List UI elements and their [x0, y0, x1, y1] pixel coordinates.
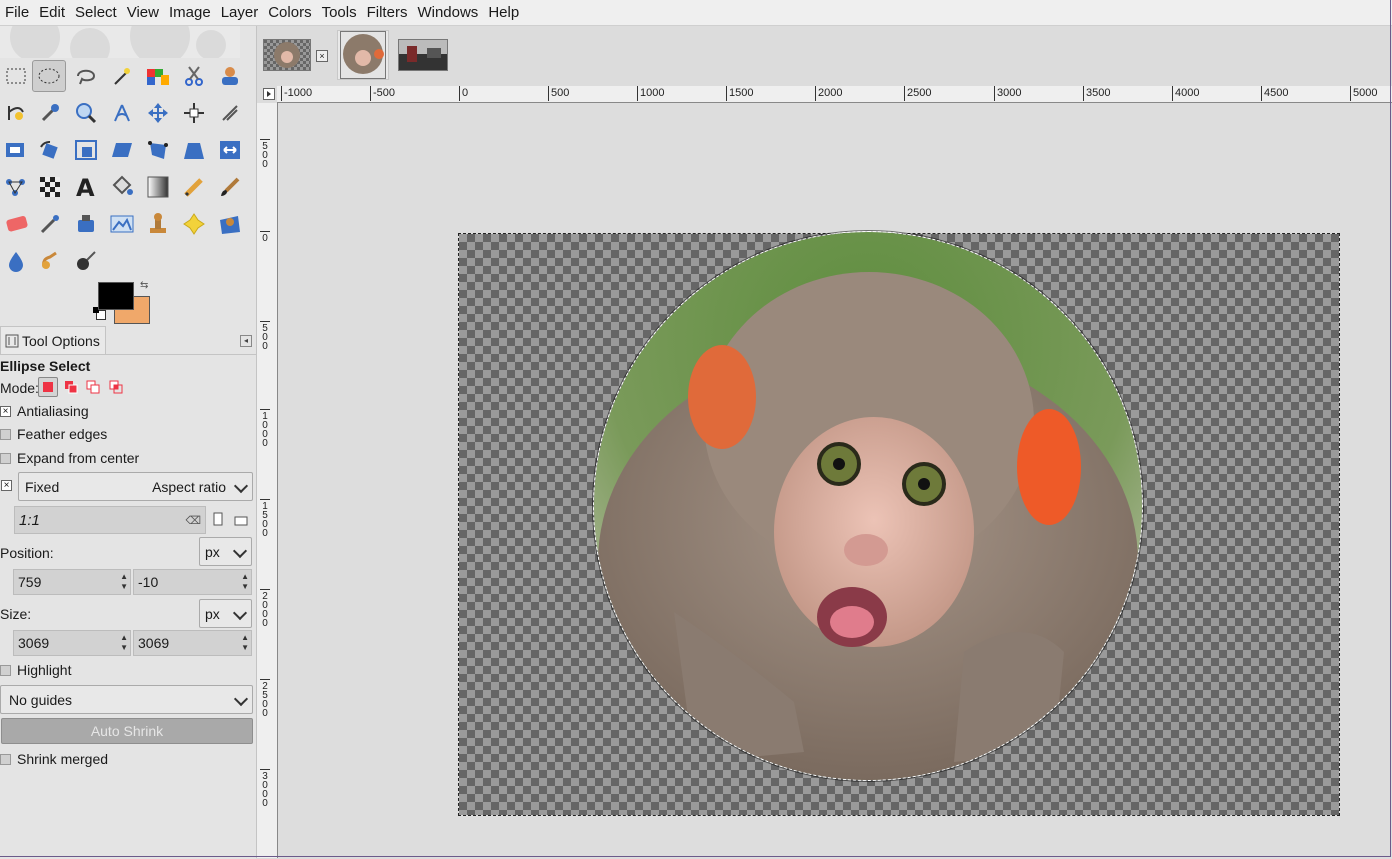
- foreground-color[interactable]: [98, 282, 134, 310]
- window-frame: [0, 0, 1391, 857]
